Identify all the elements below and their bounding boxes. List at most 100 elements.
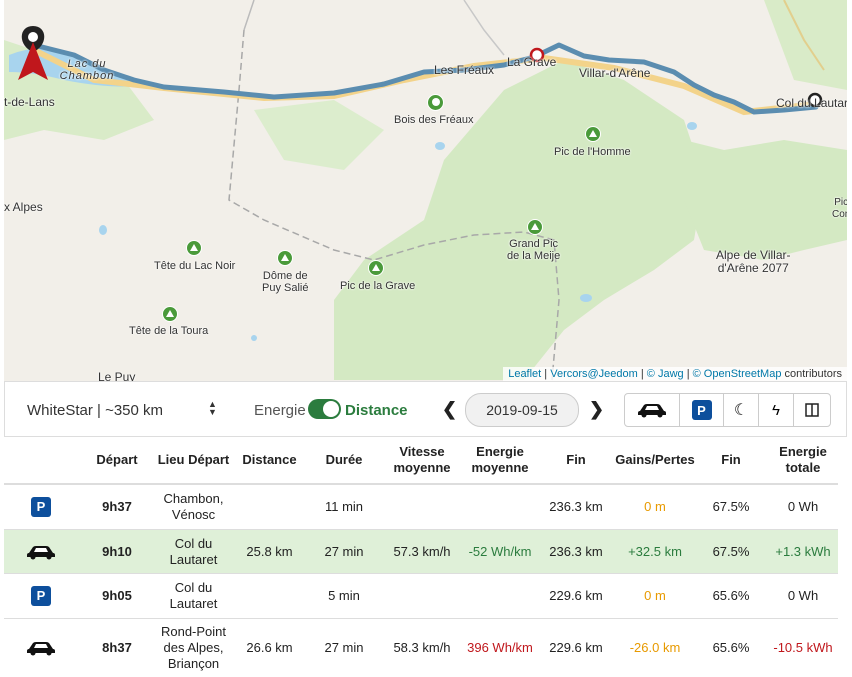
lake-label: Lac du Chambon: [59, 58, 115, 82]
fin-cell: 236.3 km: [549, 543, 603, 559]
gains-cell: -26.0 km: [629, 640, 681, 655]
energie-cell: [464, 574, 536, 618]
gains-cell: 0 m: [644, 499, 666, 514]
table-row[interactable]: 9h10 Col du Lautaret 25.8 km 27 min 57.3…: [4, 530, 838, 574]
duree-cell: 27 min: [324, 640, 364, 655]
depart-cell: 9h05: [102, 588, 132, 603]
date-picker[interactable]: 2019-09-15: [465, 393, 579, 427]
fin-percent-cell: 67.5%: [712, 543, 750, 559]
vitesse-cell: 58.3 km/h: [393, 640, 451, 655]
bolt-icon: ϟ: [772, 401, 780, 419]
duree-cell: 11 min: [324, 499, 364, 514]
fin-percent-cell: 67.5%: [712, 499, 750, 514]
attribution-suffix: contributors: [784, 368, 842, 380]
fin-percent-cell: 65.6%: [712, 640, 750, 655]
distance-cell: [231, 485, 308, 529]
col-header: Lieu Départ: [157, 452, 230, 467]
parking-filter-button[interactable]: P: [680, 394, 724, 426]
map-attribution: Leaflet | Vercors@Jeedom | © Jawg | © Op…: [503, 367, 847, 381]
town-label: Col du Lautar: [776, 96, 847, 110]
car-icon: [27, 545, 55, 559]
columns-icon: [805, 403, 819, 417]
jawg-link[interactable]: © Jawg: [647, 368, 684, 380]
duree-cell: 5 min: [328, 588, 360, 603]
peak-icon: [585, 126, 601, 142]
filter-button-group: P ☾ ϟ: [624, 393, 831, 427]
route-map[interactable]: Lac du Chambon t-de-Lans Les Fréaux La G…: [4, 0, 847, 381]
tree-icon: [427, 94, 444, 111]
vercors-link[interactable]: Vercors@Jeedom: [550, 368, 638, 380]
leaflet-link[interactable]: Leaflet: [508, 368, 541, 380]
town-label: La Grave: [507, 55, 557, 69]
gains-cell: +32.5 km: [628, 543, 682, 559]
car-icon: [27, 642, 55, 656]
col-header: Fin: [721, 452, 741, 467]
peak-label: Alpe de Villar- d'Arêne 2077: [716, 248, 791, 275]
fin-cell: 229.6 km: [549, 588, 603, 603]
depart-cell: 9h10: [102, 543, 132, 559]
peak-label: Pic de la Grave: [340, 280, 416, 292]
col-header: Energie totale: [779, 444, 827, 475]
vehicle-select[interactable]: WhiteStar | ~350 km: [27, 402, 163, 419]
energie-label: Energie: [254, 402, 306, 419]
prev-day-button[interactable]: ❮: [442, 399, 457, 420]
controls-bar: WhiteStar | ~350 km ▲ ▼ Energie Distance …: [4, 381, 847, 437]
table-row[interactable]: P 9h05 Col du Lautaret 5 min 229.6 km 0 …: [4, 574, 838, 619]
col-header: Vitesse moyenne: [393, 444, 451, 475]
depart-cell: 8h37: [102, 640, 132, 655]
peak-label: Dôme de Puy Salié: [262, 270, 309, 294]
peak-icon: [277, 250, 293, 266]
col-header: Energie moyenne: [471, 444, 529, 475]
fin-cell: 229.6 km: [549, 640, 603, 655]
col-header: Gains/Pertes: [615, 452, 695, 467]
depart-cell: 9h37: [102, 499, 132, 514]
town-label: t-de-Lans: [4, 95, 55, 109]
col-header: Départ: [96, 452, 138, 467]
col-header: Distance: [242, 452, 297, 467]
peak-label: Tête de la Toura: [129, 325, 209, 337]
lieu-cell: Rond-Point des Alpes, Briançon: [160, 624, 227, 671]
peak-label: Bois des Fréaux: [394, 114, 474, 126]
table-row[interactable]: P 9h37 Chambon, Vénosc 11 min 236.3 km 0…: [4, 485, 838, 530]
select-arrows-icon[interactable]: ▲ ▼: [208, 400, 217, 417]
night-filter-button[interactable]: ☾: [724, 394, 759, 426]
peak-label: Pic de l'Homme: [554, 146, 631, 158]
next-day-button[interactable]: ❯: [589, 399, 604, 420]
moon-icon: ☾: [733, 402, 749, 419]
duree-cell: 27 min: [324, 543, 364, 559]
town-label: x Alpes: [4, 200, 43, 214]
energie-cell: 396 Wh/km: [467, 640, 533, 655]
distance-cell: [231, 574, 308, 618]
col-header: [4, 437, 78, 483]
col-header: Fin: [566, 452, 586, 467]
distance-cell: 26.6 km: [246, 640, 293, 655]
peak-icon: [162, 306, 178, 322]
distance-label: Distance: [345, 402, 408, 419]
table-header: Départ Lieu Départ Distance Durée Vitess…: [4, 437, 838, 485]
table-row[interactable]: 8h37 Rond-Point des Alpes, Briançon 26.6…: [4, 619, 838, 677]
energie-cell: [464, 485, 536, 529]
total-cell: 0 Wh: [787, 588, 819, 603]
fin-percent-cell: 65.6%: [712, 588, 750, 603]
energie-cell: -52 Wh/km: [468, 543, 532, 559]
parking-icon: P: [691, 400, 712, 420]
total-cell: -10.5 kWh: [773, 640, 833, 655]
total-cell: 0 Wh: [787, 499, 819, 514]
peak-label: Pic Con: [832, 197, 847, 220]
town-label: Villar-d'Arêne: [579, 66, 651, 80]
columns-button[interactable]: [794, 394, 830, 426]
town-label: Les Fréaux: [434, 63, 495, 77]
osm-link[interactable]: © OpenStreetMap: [693, 368, 782, 380]
charge-filter-button[interactable]: ϟ: [759, 394, 794, 426]
map-tiles: [4, 0, 847, 381]
lieu-cell: Col du Lautaret: [169, 580, 218, 611]
vitesse-cell: [380, 485, 464, 529]
car-filter-button[interactable]: [625, 394, 680, 426]
peak-icon: [527, 219, 543, 235]
col-header: Durée: [325, 452, 363, 467]
lieu-cell: Chambon, Vénosc: [163, 491, 224, 522]
energy-distance-toggle[interactable]: [308, 399, 341, 419]
fin-cell: 236.3 km: [549, 499, 603, 514]
peak-label: Tête du Lac Noir: [154, 260, 236, 272]
total-cell: +1.3 kWh: [775, 543, 831, 559]
